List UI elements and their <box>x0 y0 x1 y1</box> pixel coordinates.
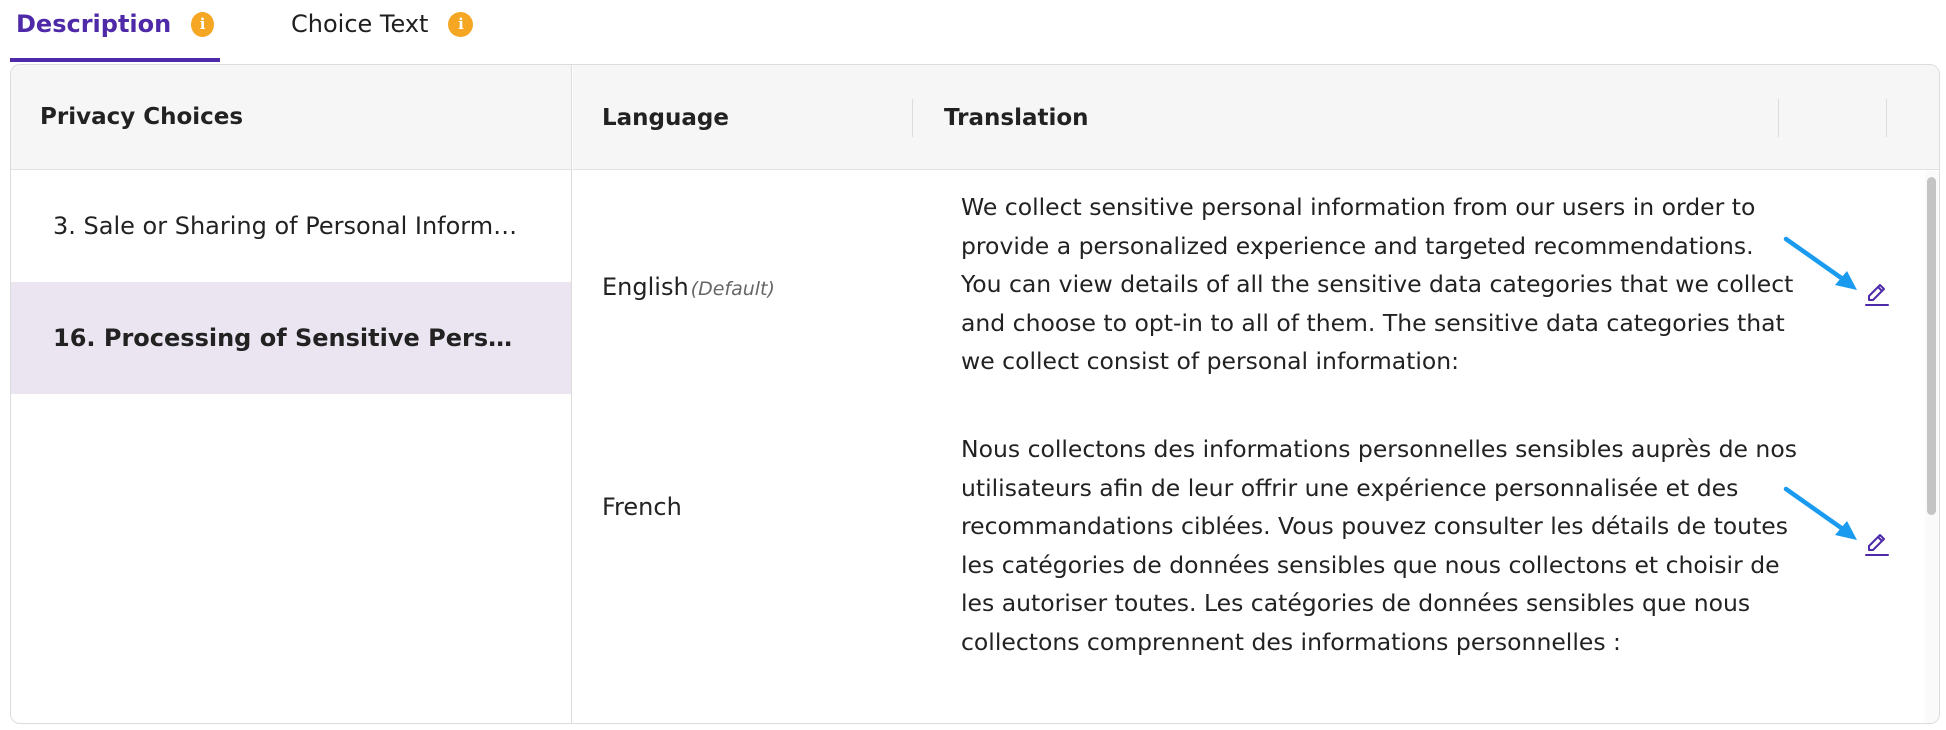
list-item-label: 16. Processing of Sensitive Personal I..… <box>53 324 523 352</box>
info-icon[interactable]: i <box>191 11 214 37</box>
list-item-selected[interactable]: 16. Processing of Sensitive Personal I..… <box>11 282 571 394</box>
column-header-translation: Translation <box>944 104 1089 131</box>
column-header-language: Language <box>602 104 729 131</box>
tab-description-label: Description <box>16 10 172 38</box>
language-name: English <box>602 273 689 301</box>
default-tag: (Default) <box>690 278 775 300</box>
edit-translation-button[interactable] <box>1862 279 1892 309</box>
scrollbar-thumb[interactable] <box>1927 177 1936 515</box>
translations-panel: Privacy Choices 3. Sale or Sharing of Pe… <box>10 64 1940 724</box>
tab-choice-text[interactable]: Choice Text i <box>285 0 545 48</box>
list-item[interactable]: 3. Sale or Sharing of Personal Informat.… <box>11 170 571 282</box>
language-cell: French <box>602 493 682 521</box>
pencil-edit-icon <box>1865 284 1889 306</box>
annotation-arrow <box>1783 236 1857 290</box>
language-cell: English (Default) <box>602 273 775 301</box>
pencil-edit-icon <box>1865 534 1889 556</box>
column-divider <box>1778 99 1779 137</box>
info-icon[interactable]: i <box>448 11 474 37</box>
translation-text: Nous collectons des informations personn… <box>961 435 1797 656</box>
table-row: French Nous collectons des informations … <box>573 421 1939 721</box>
tab-description[interactable]: Description i <box>10 0 220 48</box>
table-header: Language Translation <box>573 65 1939 170</box>
tab-bar: Description i Choice Text i <box>10 0 474 63</box>
privacy-choices-list: Privacy Choices 3. Sale or Sharing of Pe… <box>11 65 572 723</box>
privacy-choices-header: Privacy Choices <box>11 65 571 170</box>
translation-table: Language Translation English (Default) W… <box>573 65 1939 723</box>
language-name: French <box>602 493 682 521</box>
column-divider <box>912 99 913 137</box>
column-divider <box>1886 99 1887 137</box>
active-tab-indicator <box>10 58 220 62</box>
edit-translation-button[interactable] <box>1862 529 1892 559</box>
list-item-label: 3. Sale or Sharing of Personal Informat.… <box>53 212 523 240</box>
table-row: English (Default) We collect sensitive p… <box>573 171 1939 421</box>
tab-choice-text-label: Choice Text <box>291 10 429 38</box>
translation-text: We collect sensitive personal informatio… <box>961 193 1794 375</box>
annotation-arrow <box>1783 486 1857 540</box>
